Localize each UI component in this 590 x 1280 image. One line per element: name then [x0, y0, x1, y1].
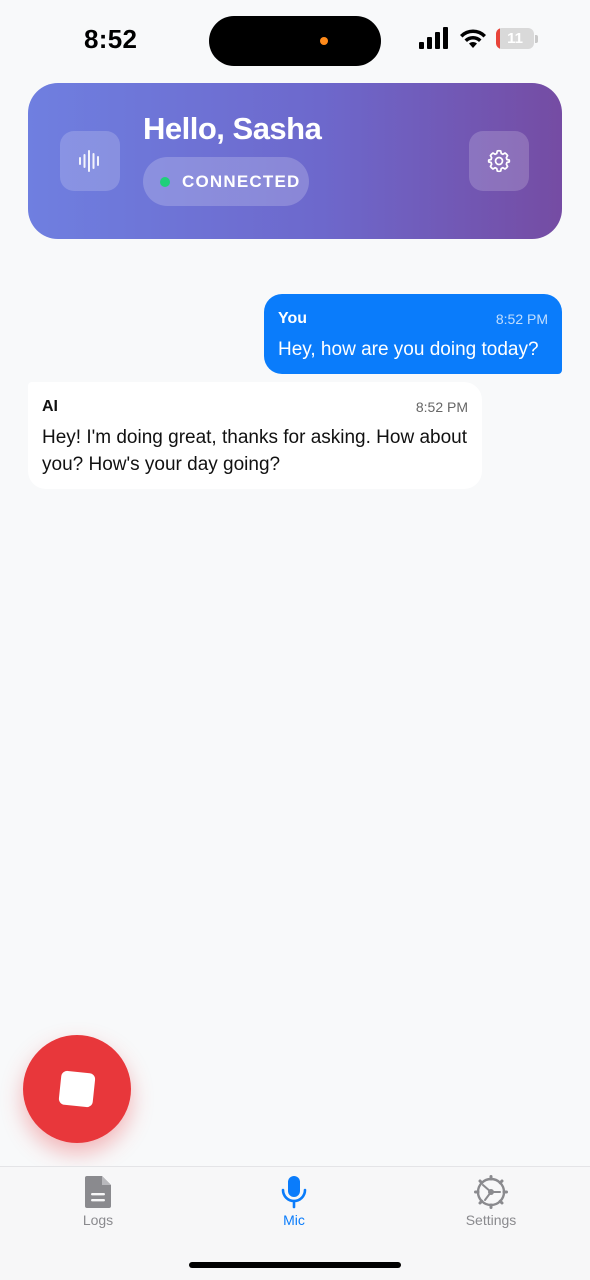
- message-time: 8:52 PM: [415, 399, 468, 415]
- tab-label: Mic: [283, 1212, 305, 1228]
- settings-icon: [474, 1175, 508, 1209]
- tab-logs[interactable]: Logs: [38, 1175, 158, 1237]
- greeting-title: Hello, Sasha: [143, 111, 322, 146]
- message-header: AI 8:52 PM: [42, 396, 468, 418]
- tab-label: Settings: [465, 1212, 517, 1228]
- status-bar: 8:52 11: [0, 0, 590, 80]
- message-header: You 8:52 PM: [278, 308, 548, 330]
- home-indicator[interactable]: [189, 1262, 401, 1268]
- status-time: 8:52: [84, 24, 138, 54]
- connection-status-badge: CONNECTED: [143, 157, 309, 206]
- header-card: Hello, Sasha CONNECTED: [28, 83, 562, 239]
- stop-recording-button[interactable]: [23, 1035, 131, 1143]
- tab-settings[interactable]: Settings: [431, 1175, 551, 1237]
- message-sender: You: [278, 310, 308, 327]
- message-sender: AI: [42, 398, 58, 415]
- stop-icon: [58, 1070, 96, 1108]
- message-text: Hey, how are you doing today?: [278, 339, 539, 360]
- connection-status-dot: [160, 176, 170, 187]
- message-bubble-user: You 8:52 PM Hey, how are you doing today…: [264, 294, 562, 374]
- gear-icon: [487, 149, 511, 173]
- message-text: Hey! I'm doing great, thanks for asking.…: [42, 427, 468, 475]
- tab-label: Logs: [82, 1212, 114, 1228]
- message-time: 8:52 PM: [495, 311, 548, 327]
- message-bubble-ai: AI 8:52 PM Hey! I'm doing great, thanks …: [28, 382, 482, 489]
- tab-mic[interactable]: Mic: [234, 1175, 354, 1237]
- battery-icon: 11: [496, 28, 534, 49]
- dynamic-island: [209, 16, 381, 66]
- app-screen: 8:52 11 Hello, Sasha CONNECTED You 8:52 …: [0, 0, 590, 1280]
- wifi-icon: [460, 29, 486, 48]
- document-icon: [85, 1176, 111, 1208]
- signal-icon: [419, 27, 448, 49]
- mic-icon: [281, 1176, 307, 1209]
- header-settings-button[interactable]: [469, 131, 529, 191]
- privacy-indicator-dot: [320, 37, 328, 45]
- waveform-icon: [79, 150, 99, 172]
- battery-level-text: 11: [507, 30, 523, 47]
- voice-activity-button[interactable]: [60, 131, 120, 191]
- connection-status-label: CONNECTED: [182, 171, 301, 191]
- battery-cap: [535, 35, 538, 43]
